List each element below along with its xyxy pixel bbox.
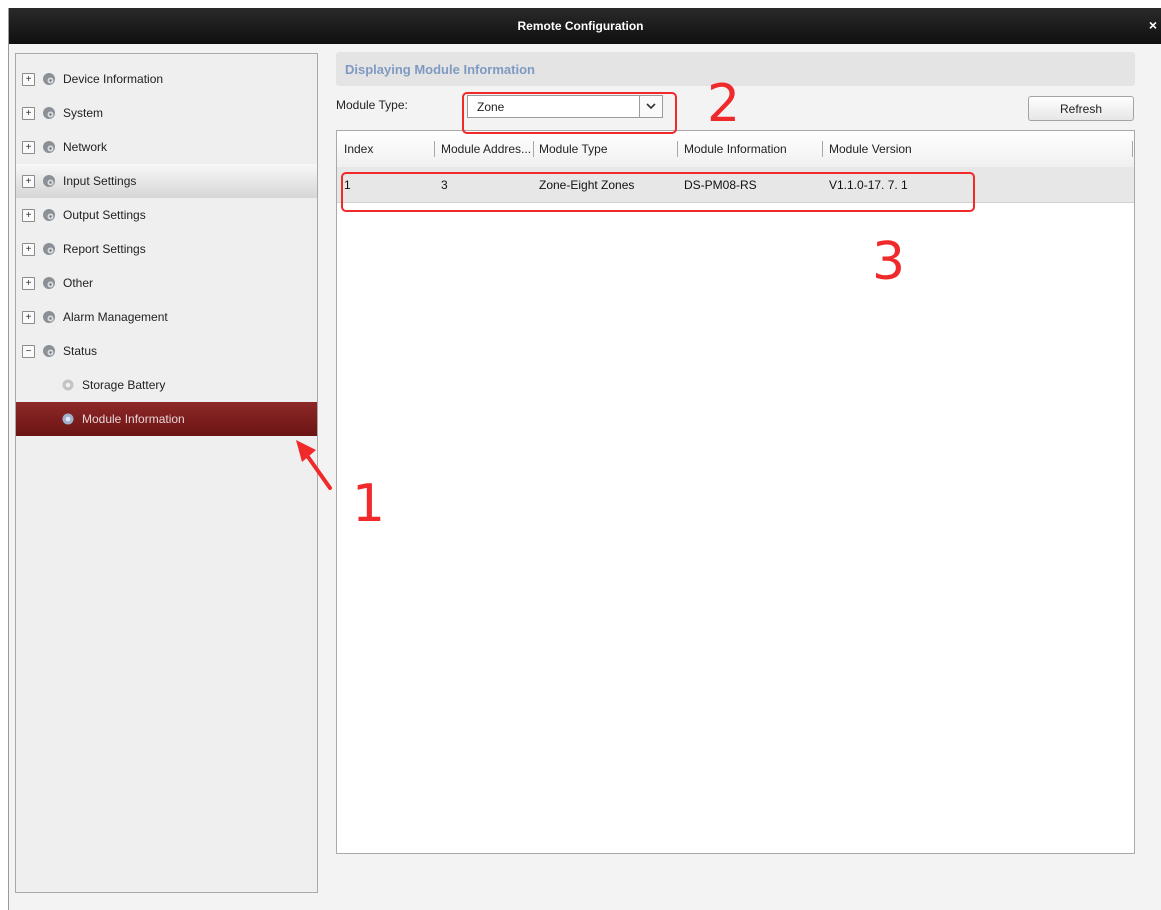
column-separator[interactable] bbox=[434, 141, 435, 157]
tree-item-label: Device Information bbox=[63, 72, 164, 86]
tree-item-other[interactable]: + Other bbox=[16, 266, 317, 300]
module-table: Index Module Addres... Module Type Modul… bbox=[336, 130, 1135, 854]
annotation-arrow bbox=[296, 440, 332, 490]
annotation-number-3: 3 bbox=[872, 232, 906, 292]
tree-item-alarm-management[interactable]: + Alarm Management bbox=[16, 300, 317, 334]
column-header-module-type[interactable]: Module Type bbox=[539, 142, 608, 156]
tree-item-report-settings[interactable]: + Report Settings bbox=[16, 232, 317, 266]
config-tree: + Device Information + System + Network … bbox=[15, 53, 318, 893]
module-type-label: Module Type: bbox=[336, 98, 408, 112]
expand-icon[interactable]: + bbox=[22, 106, 35, 120]
gear-icon bbox=[43, 107, 55, 119]
section-title: Displaying Module Information bbox=[345, 61, 535, 77]
tree-item-device-information[interactable]: + Device Information bbox=[16, 62, 317, 96]
tree-item-system[interactable]: + System bbox=[16, 96, 317, 130]
tree-item-label: Input Settings bbox=[63, 174, 137, 188]
expand-icon[interactable]: + bbox=[22, 174, 35, 188]
tree-item-label: Other bbox=[63, 276, 94, 290]
annotation-box-2 bbox=[462, 92, 677, 134]
tree-item-label: System bbox=[63, 106, 104, 120]
table-header: Index Module Addres... Module Type Modul… bbox=[337, 131, 1134, 168]
tree-item-label: Network bbox=[63, 140, 108, 154]
gear-icon bbox=[43, 73, 55, 85]
column-header-module-version[interactable]: Module Version bbox=[829, 142, 912, 156]
tree-item-status[interactable]: − Status bbox=[16, 334, 317, 368]
gear-icon bbox=[43, 345, 55, 357]
expand-icon[interactable]: + bbox=[22, 208, 35, 222]
annotation-number-2: 2 bbox=[707, 74, 741, 134]
expand-icon[interactable]: + bbox=[22, 140, 35, 154]
column-header-index[interactable]: Index bbox=[344, 142, 373, 156]
tree-item-label: Module Information bbox=[82, 412, 185, 426]
tree-item-label: Alarm Management bbox=[63, 310, 168, 324]
column-separator[interactable] bbox=[822, 141, 823, 157]
annotation-box-3 bbox=[341, 172, 975, 212]
gear-icon bbox=[43, 141, 55, 153]
window-title: Remote Configuration bbox=[517, 19, 644, 33]
expand-icon[interactable]: + bbox=[22, 242, 35, 256]
expand-icon[interactable]: + bbox=[22, 276, 35, 290]
column-separator[interactable] bbox=[1132, 141, 1133, 157]
tree-item-label: Report Settings bbox=[63, 242, 146, 256]
expand-icon[interactable]: + bbox=[22, 72, 35, 86]
gear-icon bbox=[43, 311, 55, 323]
collapse-icon[interactable]: − bbox=[22, 344, 35, 358]
refresh-button[interactable]: Refresh bbox=[1028, 96, 1134, 121]
tree-item-label: Status bbox=[63, 344, 98, 358]
column-separator[interactable] bbox=[677, 141, 678, 157]
tree-item-label: Output Settings bbox=[63, 208, 146, 222]
gear-icon bbox=[43, 175, 55, 187]
tree-item-input-settings[interactable]: + Input Settings bbox=[16, 164, 317, 198]
gear-icon bbox=[43, 277, 55, 289]
gear-icon bbox=[62, 379, 74, 391]
column-header-module-information[interactable]: Module Information bbox=[684, 142, 787, 156]
annotation-number-1: 1 bbox=[352, 474, 386, 534]
gear-icon bbox=[43, 243, 55, 255]
tree-item-network[interactable]: + Network bbox=[16, 130, 317, 164]
gear-icon bbox=[43, 209, 55, 221]
tree-item-module-information[interactable]: Module Information bbox=[16, 402, 317, 436]
tree-item-output-settings[interactable]: + Output Settings bbox=[16, 198, 317, 232]
title-bar: Remote Configuration × bbox=[9, 8, 1161, 44]
tree-item-storage-battery[interactable]: Storage Battery bbox=[16, 368, 317, 402]
gear-icon bbox=[62, 413, 74, 425]
tree-item-label: Storage Battery bbox=[82, 378, 166, 392]
close-icon[interactable]: × bbox=[1146, 17, 1160, 33]
expand-icon[interactable]: + bbox=[22, 310, 35, 324]
column-header-module-address[interactable]: Module Addres... bbox=[441, 142, 531, 156]
column-separator[interactable] bbox=[533, 141, 534, 157]
